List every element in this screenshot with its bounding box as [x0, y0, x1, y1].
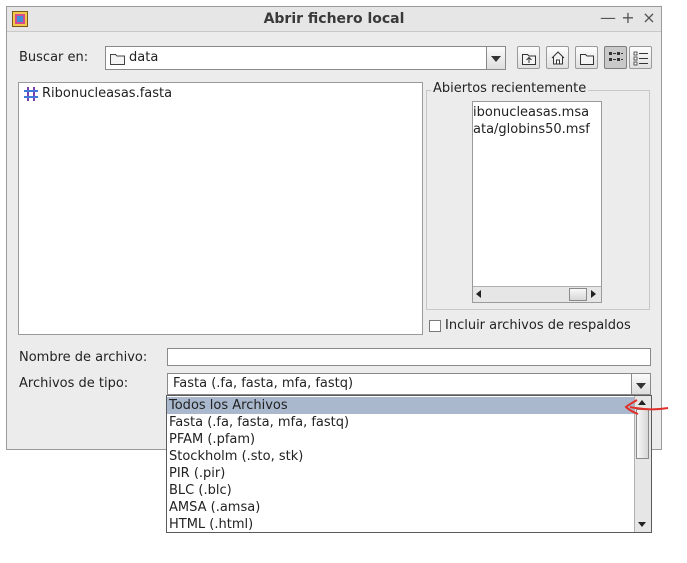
up-folder-button[interactable] — [517, 46, 540, 69]
window-title: Abrir fichero local — [263, 11, 405, 27]
lookin-value: data — [129, 50, 159, 65]
horizontal-scrollbar[interactable] — [473, 286, 601, 302]
filetype-value: Fasta (.fa, fasta, mfa, fastq) — [173, 376, 354, 391]
scroll-down-icon[interactable] — [638, 522, 646, 527]
recent-title: Abiertos recientemente — [431, 81, 589, 96]
lookin-combo[interactable]: data — [105, 46, 506, 70]
annotation-arrow-icon — [624, 399, 669, 415]
details-view-icon — [633, 51, 648, 66]
filename-input[interactable] — [167, 348, 651, 366]
filetype-option[interactable]: Stockholm (.sto, stk) — [167, 448, 635, 465]
close-button[interactable]: × — [640, 9, 658, 27]
chevron-down-icon[interactable] — [486, 47, 505, 69]
scroll-left-icon[interactable] — [476, 290, 481, 298]
file-list[interactable]: Ribonucleasas.fasta — [18, 82, 423, 335]
file-name: Ribonucleasas.fasta — [42, 86, 173, 101]
maximize-button[interactable]: + — [619, 9, 637, 27]
filetype-option[interactable]: HTML (.html) — [167, 516, 635, 533]
recent-list[interactable]: ibonucleasas.msa ata/globins50.msf — [472, 101, 602, 303]
up-folder-icon — [522, 54, 536, 65]
folder-icon — [110, 52, 125, 69]
filetype-option[interactable]: PIR (.pir) — [167, 465, 635, 482]
filetype-option[interactable]: BLC (.blc) — [167, 482, 635, 499]
filetype-option[interactable]: AMSA (.amsa) — [167, 499, 635, 516]
list-view-icon — [609, 52, 623, 61]
new-folder-button[interactable] — [575, 46, 598, 69]
filename-label: Nombre de archivo: — [19, 350, 148, 365]
filetype-label: Archivos de tipo: — [19, 376, 129, 391]
new-folder-icon — [580, 54, 594, 65]
chevron-down-icon[interactable] — [631, 374, 650, 394]
minimize-button[interactable]: — — [599, 9, 617, 27]
home-button[interactable] — [546, 46, 569, 69]
filetype-combo[interactable]: Fasta (.fa, fasta, mfa, fastq) — [167, 373, 651, 395]
filetype-option[interactable]: Todos los Archivos — [167, 397, 635, 414]
title-bar[interactable]: Abrir fichero local — + × — [7, 7, 661, 32]
fasta-file-icon — [23, 86, 39, 106]
recent-item[interactable]: ibonucleasas.msa — [473, 105, 601, 120]
scroll-right-icon[interactable] — [591, 290, 596, 298]
filetype-option[interactable]: PFAM (.pfam) — [167, 431, 635, 448]
home-icon — [551, 51, 565, 65]
backup-checkbox[interactable] — [429, 320, 441, 332]
details-view-button[interactable] — [629, 46, 652, 69]
recent-item[interactable]: ata/globins50.msf — [473, 122, 601, 137]
lookin-label: Buscar en: — [19, 50, 89, 65]
filetype-dropdown[interactable]: Todos los Archivos Fasta (.fa, fasta, mf… — [166, 395, 652, 533]
scroll-thumb[interactable] — [569, 288, 587, 301]
list-view-button[interactable] — [604, 46, 627, 69]
filetype-option[interactable]: Fasta (.fa, fasta, mfa, fastq) — [167, 414, 635, 431]
backup-checkbox-label: Incluir archivos de respaldos — [445, 318, 631, 333]
